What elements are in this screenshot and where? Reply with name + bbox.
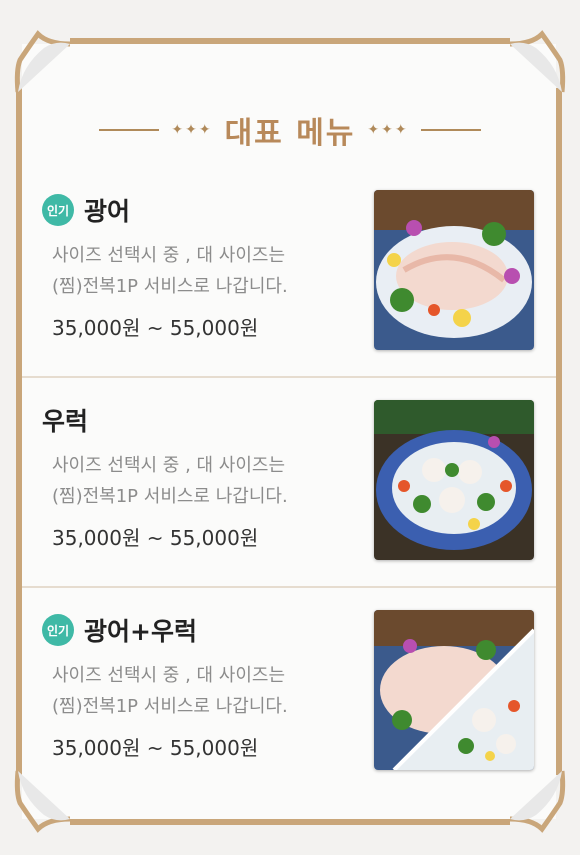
item-divider bbox=[22, 586, 556, 588]
section-heading: ✦✦✦ 대표 메뉴 ✦✦✦ bbox=[0, 108, 580, 152]
item-divider bbox=[22, 376, 556, 378]
item-description-line: (찜)전복1P 서비스로 나갑니다. bbox=[52, 276, 288, 297]
menu-item-combo[interactable]: 인기 광어+우럭 사이즈 선택시 중 , 대 사이즈는 (찜)전복1P 서비스로… bbox=[22, 598, 556, 798]
item-price: 35,000원 ~ 55,000원 bbox=[52, 526, 259, 550]
item-name-row: 인기 광어+우럭 bbox=[42, 612, 197, 648]
item-name-row: 인기 광어 bbox=[42, 192, 130, 228]
item-price: 35,000원 ~ 55,000원 bbox=[52, 736, 259, 760]
item-description: 사이즈 선택시 중 , 대 사이즈는 (찜)전복1P 서비스로 나갑니다. bbox=[52, 660, 372, 722]
flatfish-sashimi-photo[interactable] bbox=[374, 190, 534, 350]
heading-left-line bbox=[99, 129, 160, 131]
item-name: 광어 bbox=[84, 197, 131, 226]
rockfish-sashimi-photo[interactable] bbox=[374, 400, 534, 560]
frame-right bbox=[556, 88, 562, 775]
item-name: 광어+우럭 bbox=[84, 617, 197, 646]
item-name-row: 우럭 bbox=[42, 402, 88, 438]
item-price: 35,000원 ~ 55,000원 bbox=[52, 316, 259, 340]
heading-right-ornament: ✦✦✦ bbox=[367, 122, 409, 138]
item-description-line: 사이즈 선택시 중 , 대 사이즈는 bbox=[52, 245, 286, 266]
item-description-line: (찜)전복1P 서비스로 나갑니다. bbox=[52, 486, 288, 507]
menu-item-flatfish[interactable]: 인기 광어 사이즈 선택시 중 , 대 사이즈는 (찜)전복1P 서비스로 나갑… bbox=[22, 178, 556, 378]
popular-badge: 인기 bbox=[42, 194, 74, 226]
combo-sashimi-photo[interactable] bbox=[374, 610, 534, 770]
heading-right-line bbox=[420, 129, 481, 131]
item-description: 사이즈 선택시 중 , 대 사이즈는 (찜)전복1P 서비스로 나갑니다. bbox=[52, 240, 372, 302]
corner-ornament-icon bbox=[508, 30, 572, 94]
item-description-line: (찜)전복1P 서비스로 나갑니다. bbox=[52, 696, 288, 717]
popular-badge: 인기 bbox=[42, 614, 74, 646]
section-title: 대표 메뉴 bbox=[224, 116, 356, 151]
item-description-line: 사이즈 선택시 중 , 대 사이즈는 bbox=[52, 455, 286, 476]
frame-bottom bbox=[70, 819, 510, 825]
menu-item-rockfish[interactable]: 우럭 사이즈 선택시 중 , 대 사이즈는 (찜)전복1P 서비스로 나갑니다.… bbox=[22, 388, 556, 588]
item-description-line: 사이즈 선택시 중 , 대 사이즈는 bbox=[52, 665, 286, 686]
item-description: 사이즈 선택시 중 , 대 사이즈는 (찜)전복1P 서비스로 나갑니다. bbox=[52, 450, 372, 512]
item-name: 우럭 bbox=[42, 407, 89, 436]
heading-left-ornament: ✦✦✦ bbox=[171, 122, 213, 138]
corner-ornament-icon bbox=[8, 30, 72, 94]
